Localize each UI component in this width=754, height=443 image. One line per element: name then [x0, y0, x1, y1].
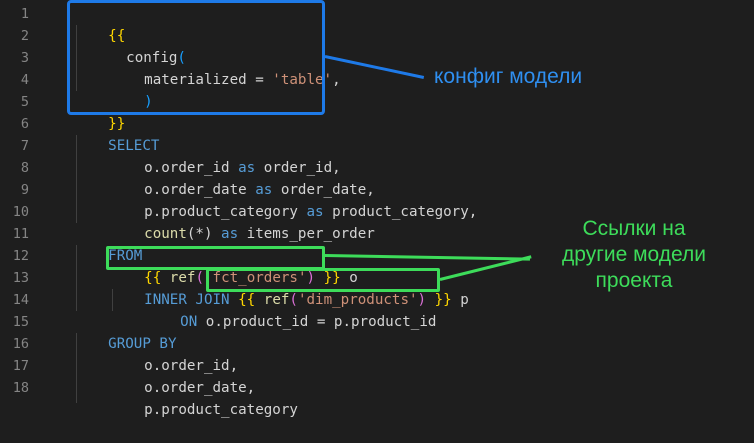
group-column: p.product_category [144, 402, 298, 418]
refs-label-line: другие модели [562, 243, 706, 266]
code-line-16: o.order_id, [110, 333, 238, 374]
join-condition: o.product_id = p.product_id [197, 314, 437, 330]
code-line-17: o.order_date, [110, 355, 255, 396]
code-line-11: FROM [74, 223, 142, 264]
as-keyword: as [212, 226, 239, 242]
code-line-9: p.product_category as product_category, [110, 179, 477, 220]
count-args: (*) [186, 226, 213, 242]
on-keyword: ON [180, 314, 198, 330]
column-alias: items_per_order [238, 226, 375, 242]
ref-highlight-box [106, 246, 325, 270]
refs-label-line: Ссылки на [582, 217, 686, 240]
comma: , [332, 72, 341, 88]
refs-label-line: проекта [595, 269, 673, 292]
code-line-8: o.order_date as order_date, [110, 157, 375, 198]
code-line-14: ON o.product_id = p.product_id [146, 289, 436, 330]
ref-highlight-box [206, 268, 440, 292]
code-line-15: GROUP BY [74, 311, 176, 352]
table-alias: p [451, 292, 469, 308]
code-line-10: count(*) as items_per_order [110, 201, 375, 242]
count-function: count [144, 226, 187, 242]
code-line-6: SELECT [74, 113, 159, 154]
config-highlight-box [67, 0, 325, 115]
model-config-label: конфиг модели [434, 65, 583, 88]
code-line-7: o.order_id as order_id, [110, 135, 340, 176]
refs-label: Ссылки на другие модели проекта [534, 216, 734, 294]
code-line-18: p.product_category [110, 377, 298, 418]
